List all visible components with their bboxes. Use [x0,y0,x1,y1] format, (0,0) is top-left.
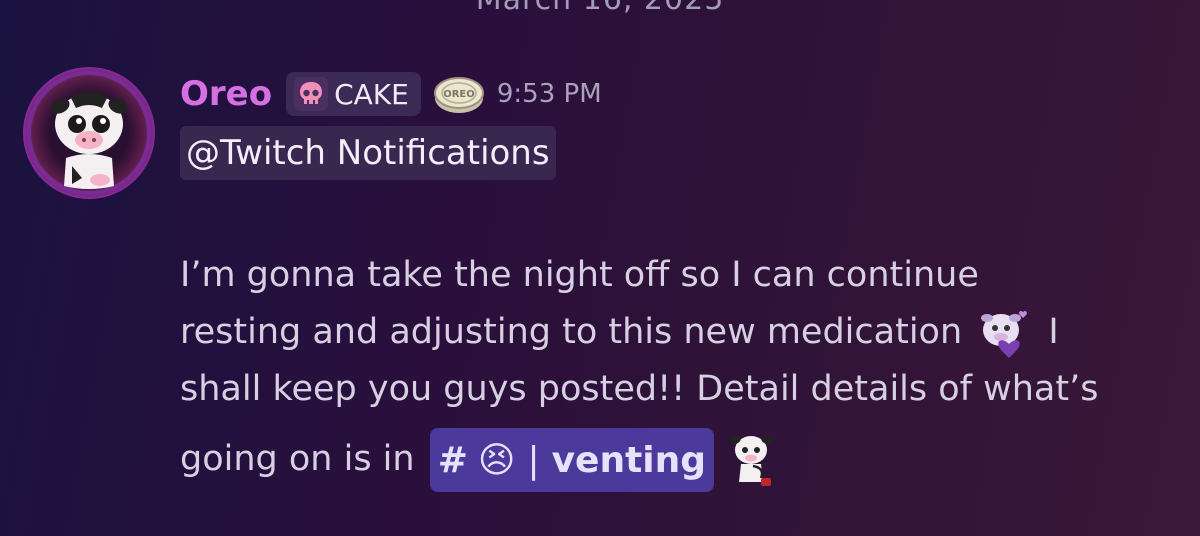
message-line-2-tail: I [1048,312,1059,352]
svg-text:OREO: OREO [443,89,475,100]
date-divider: March 16, 2025 [0,0,1200,17]
message-body: I’m gonna take the night off so I can co… [180,247,1180,492]
channel-separator: | [527,439,540,481]
message-line-2: resting and adjusting to this new medica… [180,304,1180,361]
username[interactable]: Oreo [180,74,272,114]
message-line-4-text: going on is in [180,439,415,479]
channel-link-venting[interactable]: # 😣 | venting [429,428,715,492]
message-header: Oreo CAKE OREO 9:53 PM [180,68,602,120]
role-mention[interactable]: @Twitch Notifications [180,126,556,180]
message-line-2-text: resting and adjusting to this new medica… [180,312,963,352]
cow-hug-emoji-icon[interactable] [973,306,1037,360]
message-line-3: shall keep you guys posted!! Detail deta… [180,369,1099,409]
skull-icon [294,77,329,111]
role-label: CAKE [334,77,409,111]
message-line-4: going on is in # 😣 | venting [180,428,1180,492]
timestamp: 9:53 PM [496,79,602,109]
user-avatar[interactable] [22,66,156,200]
channel-name: venting [551,439,707,481]
channel-hash: # [437,439,468,481]
oreo-cookie-icon[interactable]: OREO [433,71,485,117]
persevere-emoji-icon: 😣 [477,439,516,481]
role-tag[interactable]: CAKE [286,72,421,116]
message-line-1: I’m gonna take the night off so I can co… [180,255,979,295]
cow-emoji-icon[interactable] [725,430,781,490]
